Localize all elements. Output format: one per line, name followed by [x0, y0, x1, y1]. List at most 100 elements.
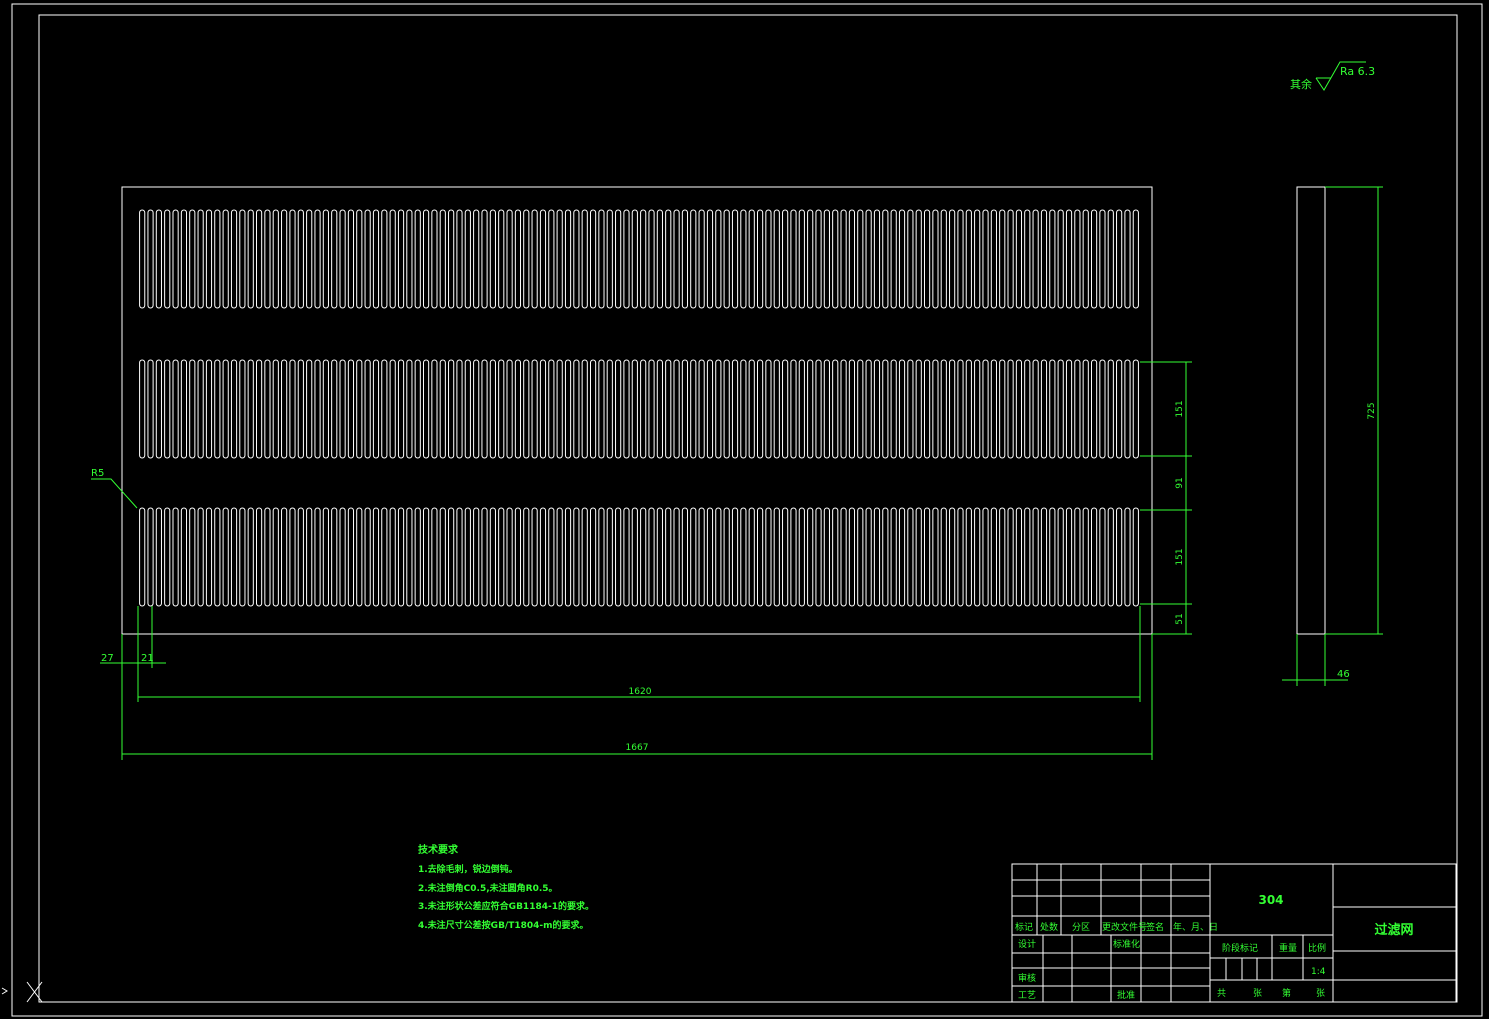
slot — [698, 209, 705, 309]
slot — [815, 359, 822, 459]
slot — [965, 359, 972, 459]
slot — [473, 359, 480, 459]
slot — [957, 209, 964, 309]
slot — [1057, 359, 1064, 459]
slot-row — [139, 209, 1139, 309]
slot — [197, 359, 204, 459]
slot — [974, 209, 981, 309]
slot — [890, 359, 897, 459]
slot — [756, 209, 764, 309]
slot — [222, 359, 229, 459]
slot — [723, 209, 730, 309]
dim-51: 51 — [1175, 613, 1185, 624]
slot — [940, 209, 947, 309]
slot — [873, 507, 881, 607]
slot — [431, 359, 438, 459]
slot — [949, 359, 956, 459]
slot — [439, 209, 446, 309]
dim-151-bottom: 151 — [1175, 548, 1185, 565]
slot — [422, 507, 430, 607]
slot — [164, 359, 171, 459]
slot-rows — [139, 209, 1139, 607]
slot — [272, 507, 279, 607]
slot — [640, 209, 647, 309]
slot — [665, 359, 672, 459]
slot — [756, 507, 764, 607]
slot — [548, 359, 555, 459]
slot — [765, 209, 772, 309]
slot — [498, 209, 505, 309]
slot — [514, 359, 522, 459]
slot — [965, 209, 972, 309]
slot — [531, 359, 538, 459]
slot — [656, 359, 663, 459]
slot — [548, 507, 555, 607]
slot — [1007, 507, 1014, 607]
slot — [573, 209, 580, 309]
slot — [1124, 209, 1131, 309]
slot — [1024, 359, 1031, 459]
slot — [347, 507, 355, 607]
slot — [640, 359, 647, 459]
slot — [773, 209, 780, 309]
slot — [882, 209, 889, 309]
standardize-label: 标准化 — [1113, 938, 1140, 950]
slot — [873, 209, 881, 309]
slot — [965, 507, 972, 607]
slot — [1049, 507, 1056, 607]
slot — [564, 209, 572, 309]
slot — [698, 507, 705, 607]
slot — [556, 507, 563, 607]
slot — [1074, 507, 1081, 607]
slot — [1049, 209, 1056, 309]
slot — [848, 507, 856, 607]
slot — [623, 507, 630, 607]
slot — [364, 507, 371, 607]
slot — [548, 209, 555, 309]
slot — [715, 209, 722, 309]
slot — [422, 359, 430, 459]
slot — [907, 359, 914, 459]
slot — [322, 507, 329, 607]
slot — [306, 209, 313, 309]
ucs-icon — [1, 981, 43, 1003]
slot — [865, 507, 872, 607]
slot — [932, 507, 939, 607]
slot — [489, 359, 496, 459]
slot — [740, 507, 747, 607]
header-zone: 分区 — [1072, 922, 1090, 933]
slot — [556, 209, 563, 309]
slot — [448, 359, 455, 459]
slot — [748, 359, 755, 459]
cad-drawing: 其余 Ra 6.3 R5 151 91 151 51 27 21 1620 16… — [1, 3, 1483, 1017]
slot — [539, 209, 547, 309]
slot — [848, 359, 856, 459]
slot — [264, 507, 271, 607]
slot — [564, 359, 572, 459]
dim-27: 27 — [101, 653, 114, 664]
slot — [690, 209, 697, 309]
slot — [798, 359, 805, 459]
slot — [172, 209, 179, 309]
slot — [473, 507, 480, 607]
tech-item: 4.未注尺寸公差按GB/T1804-m的要求。 — [418, 919, 589, 931]
slot — [414, 209, 421, 309]
slot — [306, 359, 313, 459]
slot — [1116, 209, 1123, 309]
slot — [915, 359, 922, 459]
slot — [281, 507, 288, 607]
slot — [598, 359, 605, 459]
slot — [999, 209, 1006, 309]
slot — [648, 507, 655, 607]
slot — [756, 359, 764, 459]
slot — [840, 359, 847, 459]
slot — [1116, 359, 1123, 459]
slot — [506, 507, 513, 607]
slot — [940, 359, 947, 459]
slot — [264, 209, 271, 309]
slot — [598, 507, 605, 607]
slot — [932, 209, 939, 309]
surface-finish-value: Ra 6.3 — [1340, 65, 1375, 78]
slot — [314, 209, 321, 309]
slot — [406, 209, 413, 309]
